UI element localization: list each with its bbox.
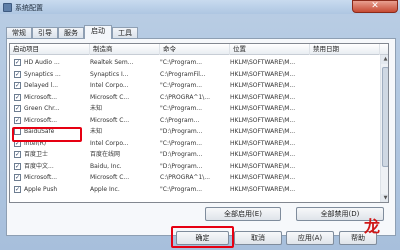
scroll-down-arrow-icon[interactable]: ▼ <box>381 194 388 202</box>
startup-checkbox[interactable] <box>14 59 21 66</box>
title-bar: 系统配置 ✕ <box>0 0 400 14</box>
cell-maker: Apple Inc. <box>90 185 120 193</box>
table-row[interactable]: Green Chr... 未知 "C:\Program... HKLM\SOFTWAR… <box>10 103 380 115</box>
cell-item: HD Audio ... <box>24 59 60 66</box>
cell-command: C:\PROGRA^1\... <box>160 93 211 101</box>
system-config-window: 系统配置 ✕ 常规 引导 服务 启动 工具 启动项目 制造商 命令 位置 禁用日… <box>0 0 400 250</box>
watermark-logo: 龙 <box>364 217 381 236</box>
table-row[interactable]: Microsoft... Microsoft C... C:\Program... H… <box>10 115 380 127</box>
cell-maker: Realtek Sem... <box>90 59 134 66</box>
cell-command: "D:\Program... <box>160 151 203 158</box>
cell-command: C:\PROGRA^1\... <box>160 174 211 181</box>
startup-checkbox[interactable] <box>14 93 21 101</box>
startup-list: 启动项目 制造商 命令 位置 禁用日期 HD Audio ... Realtek … <box>9 43 389 203</box>
cell-maker: 未知 <box>90 128 103 135</box>
cell-item: Microsoft... <box>24 93 58 101</box>
highlight-ok-button <box>171 226 234 248</box>
table-row[interactable]: Delayed l... Intel Corpo... "C:\Program...… <box>10 80 380 92</box>
scrollbar-thumb[interactable] <box>382 67 388 167</box>
column-header-maker[interactable]: 制造商 <box>90 44 160 55</box>
cell-command: "C:\Program... <box>160 185 203 193</box>
cell-location: HKLM\SOFTWARE\M... <box>230 59 296 66</box>
scrollbar[interactable]: ▲ ▼ <box>380 55 388 202</box>
cell-location: HKLM\SOFTWARE\M... <box>230 116 296 124</box>
cell-location: HKLM\SOFTWARE\M... <box>230 93 296 101</box>
cell-command: "D:\Program... <box>160 128 203 135</box>
cell-item: Delayed l... <box>24 82 59 89</box>
tab-startup[interactable]: 启动 <box>84 25 112 39</box>
highlight-baidusafe <box>12 127 82 142</box>
apply-button[interactable]: 应用(A) <box>286 231 334 245</box>
cell-item: Apple Push <box>24 185 58 193</box>
cell-item: Microsoft... <box>24 174 58 181</box>
list-rows: HD Audio ... Realtek Sem... "C:\Program...… <box>10 57 380 195</box>
startup-checkbox[interactable] <box>14 185 21 193</box>
cell-maker: 未知 <box>90 105 103 112</box>
cell-command: "C:\Program... <box>160 139 203 147</box>
cancel-button[interactable]: 取消 <box>234 231 282 245</box>
cell-maker: 百度在线网 <box>90 151 121 158</box>
cell-maker: Microsoft C... <box>90 116 130 124</box>
table-row[interactable]: Synaptics ... Synaptics I... C:\ProgramFil… <box>10 69 380 81</box>
cell-location: HKLM\SOFTWARE\M... <box>230 185 296 193</box>
startup-checkbox[interactable] <box>14 116 21 124</box>
cell-command: C:\ProgramFil... <box>160 70 206 78</box>
column-header-item[interactable]: 启动项目 <box>10 44 90 55</box>
table-row[interactable]: Microsoft... Microsoft C... C:\PROGRA^1\..… <box>10 172 380 184</box>
cell-location: HKLM\SOFTWARE\M... <box>230 128 296 135</box>
cell-location: HKLM\SOFTWARE\M... <box>230 162 296 170</box>
cell-command: C:\Program... <box>160 116 200 124</box>
cell-maker: Intel Corpo... <box>90 82 129 89</box>
cell-command: "C:\Program... <box>160 105 203 112</box>
window-title: 系统配置 <box>15 4 43 12</box>
cell-item: 百度卫士 <box>24 151 49 158</box>
cell-location: HKLM\SOFTWARE\M... <box>230 105 296 112</box>
startup-checkbox[interactable] <box>14 82 21 89</box>
startup-checkbox[interactable] <box>14 162 21 170</box>
cell-item: 百度中文... <box>24 162 54 170</box>
startup-checkbox[interactable] <box>14 151 21 158</box>
list-header: 启动项目 制造商 命令 位置 禁用日期 <box>10 44 388 55</box>
cell-maker: Synaptics I... <box>90 70 129 78</box>
cell-location: HKLM\SOFTWARE\M... <box>230 174 296 181</box>
cell-maker: Microsoft C... <box>90 93 130 101</box>
cell-location: HKLM\SOFTWARE\M... <box>230 139 296 147</box>
cell-maker: Microsoft C... <box>90 174 130 181</box>
cell-item: Microsoft... <box>24 116 58 124</box>
table-row[interactable]: 百度中文... Baidu, Inc. "D:\Program... HKLM\SOF… <box>10 161 380 173</box>
column-header-location[interactable]: 位置 <box>230 44 310 55</box>
cell-command: "C:\Program... <box>160 82 203 89</box>
startup-checkbox[interactable] <box>14 105 21 112</box>
column-header-command[interactable]: 命令 <box>160 44 230 55</box>
startup-checkbox[interactable] <box>14 174 21 181</box>
column-header-disabled-date[interactable]: 禁用日期 <box>310 44 380 55</box>
cell-location: HKLM\SOFTWARE\M... <box>230 70 296 78</box>
table-row[interactable]: Microsoft... Microsoft C... C:\PROGRA^1\..… <box>10 92 380 104</box>
app-icon <box>3 3 12 12</box>
cell-location: HKLM\SOFTWARE\M... <box>230 151 296 158</box>
cell-item: Green Chr... <box>24 105 60 112</box>
cell-command: "D:\Program... <box>160 162 203 170</box>
table-row[interactable]: 百度卫士 百度在线网 "D:\Program... HKLM\SOFTWARE\M..… <box>10 149 380 161</box>
cell-maker: Baidu, Inc. <box>90 162 122 170</box>
table-row[interactable]: Apple Push Apple Inc. "C:\Program... HKLM\S… <box>10 184 380 196</box>
cell-maker: Intel Corpo... <box>90 139 129 147</box>
table-row[interactable]: HD Audio ... Realtek Sem... "C:\Program...… <box>10 57 380 69</box>
enable-all-button[interactable]: 全部启用(E) <box>205 207 281 221</box>
cell-command: "C:\Program... <box>160 59 203 66</box>
startup-checkbox[interactable] <box>14 70 21 78</box>
scroll-up-arrow-icon[interactable]: ▲ <box>381 55 388 64</box>
cell-item: Synaptics ... <box>24 70 61 78</box>
cell-location: HKLM\SOFTWARE\M... <box>230 82 296 89</box>
close-button[interactable]: ✕ <box>352 0 398 13</box>
